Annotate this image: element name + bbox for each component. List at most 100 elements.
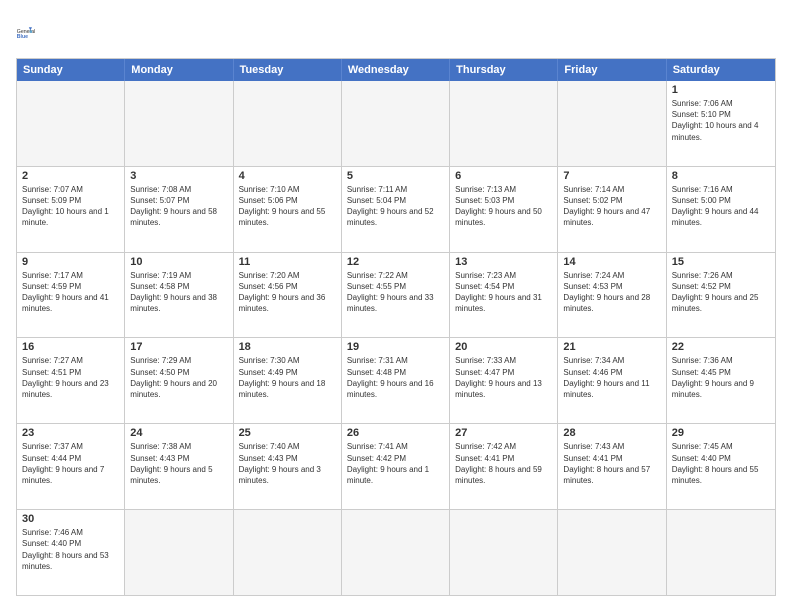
calendar-cell-day-29: 29 Sunrise: 7:45 AM Sunset: 4:40 PM Dayli…	[667, 424, 775, 509]
calendar-cell-day-28: 28Sunrise: 7:43 AM Sunset: 4:41 PM Dayli…	[558, 424, 666, 509]
weekday-header-tuesday: Tuesday	[234, 59, 342, 81]
day-number: 27	[455, 427, 552, 439]
day-number: 18	[239, 341, 336, 353]
day-info: Sunrise: 7:31 AM Sunset: 4:48 PM Dayligh…	[347, 355, 444, 400]
calendar-cell-day-7: 7 Sunrise: 7:14 AM Sunset: 5:02 PM Daylig…	[558, 167, 666, 252]
calendar-cell-day-2: 2Sunrise: 7:07 AM Sunset: 5:09 PM Daylig…	[17, 167, 125, 252]
calendar-cell-empty	[342, 81, 450, 166]
day-info: Sunrise: 7:41 AM Sunset: 4:42 PM Dayligh…	[347, 441, 444, 486]
calendar-cell-empty	[125, 510, 233, 595]
calendar: SundayMondayTuesdayWednesdayThursdayFrid…	[16, 58, 776, 596]
calendar-cell-empty	[450, 81, 558, 166]
weekday-header-wednesday: Wednesday	[342, 59, 450, 81]
day-number: 26	[347, 427, 444, 439]
calendar-body: 1Sunrise: 7:06 AM Sunset: 5:10 PM Daylig…	[17, 81, 775, 595]
day-info: Sunrise: 7:14 AM Sunset: 5:02 PM Dayligh…	[563, 184, 660, 229]
day-number: 6	[455, 170, 552, 182]
calendar-row-4: 23Sunrise: 7:37 AM Sunset: 4:44 PM Dayli…	[17, 423, 775, 509]
calendar-cell-day-21: 21 Sunrise: 7:34 AM Sunset: 4:46 PM Dayli…	[558, 338, 666, 423]
day-number: 4	[239, 170, 336, 182]
day-info: Sunrise: 7:16 AM Sunset: 5:00 PM Dayligh…	[672, 184, 770, 229]
day-number: 22	[672, 341, 770, 353]
day-info: Sunrise: 7:29 AM Sunset: 4:50 PM Dayligh…	[130, 355, 227, 400]
calendar-cell-day-18: 18Sunrise: 7:30 AM Sunset: 4:49 PM Dayli…	[234, 338, 342, 423]
day-number: 14	[563, 256, 660, 268]
calendar-cell-empty	[558, 510, 666, 595]
calendar-cell-day-15: 15 Sunrise: 7:26 AM Sunset: 4:52 PM Dayli…	[667, 253, 775, 338]
day-info: Sunrise: 7:42 AM Sunset: 4:41 PM Dayligh…	[455, 441, 552, 486]
calendar-cell-day-17: 17 Sunrise: 7:29 AM Sunset: 4:50 PM Dayli…	[125, 338, 233, 423]
calendar-cell-day-26: 26 Sunrise: 7:41 AM Sunset: 4:42 PM Dayli…	[342, 424, 450, 509]
day-number: 17	[130, 341, 227, 353]
page-header: General Blue	[16, 16, 776, 48]
day-info: Sunrise: 7:46 AM Sunset: 4:40 PM Dayligh…	[22, 527, 119, 572]
calendar-cell-day-4: 4 Sunrise: 7:10 AM Sunset: 5:06 PM Daylig…	[234, 167, 342, 252]
day-number: 3	[130, 170, 227, 182]
calendar-cell-empty	[234, 81, 342, 166]
day-number: 23	[22, 427, 119, 439]
day-number: 21	[563, 341, 660, 353]
day-info: Sunrise: 7:10 AM Sunset: 5:06 PM Dayligh…	[239, 184, 336, 229]
weekday-header-thursday: Thursday	[450, 59, 558, 81]
day-info: Sunrise: 7:08 AM Sunset: 5:07 PM Dayligh…	[130, 184, 227, 229]
weekday-header-saturday: Saturday	[667, 59, 775, 81]
day-info: Sunrise: 7:20 AM Sunset: 4:56 PM Dayligh…	[239, 270, 336, 315]
calendar-row-0: 1Sunrise: 7:06 AM Sunset: 5:10 PM Daylig…	[17, 81, 775, 166]
svg-text:Blue: Blue	[17, 34, 28, 40]
calendar-cell-day-5: 5 Sunrise: 7:11 AM Sunset: 5:04 PM Daylig…	[342, 167, 450, 252]
calendar-cell-day-22: 22 Sunrise: 7:36 AM Sunset: 4:45 PM Dayli…	[667, 338, 775, 423]
day-info: Sunrise: 7:11 AM Sunset: 5:04 PM Dayligh…	[347, 184, 444, 229]
weekday-header-monday: Monday	[125, 59, 233, 81]
day-info: Sunrise: 7:26 AM Sunset: 4:52 PM Dayligh…	[672, 270, 770, 315]
day-info: Sunrise: 7:22 AM Sunset: 4:55 PM Dayligh…	[347, 270, 444, 315]
day-number: 12	[347, 256, 444, 268]
day-info: Sunrise: 7:07 AM Sunset: 5:09 PM Dayligh…	[22, 184, 119, 229]
calendar-cell-day-6: 6 Sunrise: 7:13 AM Sunset: 5:03 PM Daylig…	[450, 167, 558, 252]
day-number: 15	[672, 256, 770, 268]
day-number: 19	[347, 341, 444, 353]
day-info: Sunrise: 7:36 AM Sunset: 4:45 PM Dayligh…	[672, 355, 770, 400]
calendar-cell-day-12: 12 Sunrise: 7:22 AM Sunset: 4:55 PM Dayli…	[342, 253, 450, 338]
calendar-cell-day-16: 16Sunrise: 7:27 AM Sunset: 4:51 PM Dayli…	[17, 338, 125, 423]
calendar-cell-day-13: 13Sunrise: 7:23 AM Sunset: 4:54 PM Dayli…	[450, 253, 558, 338]
calendar-cell-empty	[667, 510, 775, 595]
calendar-row-2: 9 Sunrise: 7:17 AM Sunset: 4:59 PM Daylig…	[17, 252, 775, 338]
calendar-cell-day-3: 3 Sunrise: 7:08 AM Sunset: 5:07 PM Daylig…	[125, 167, 233, 252]
day-info: Sunrise: 7:23 AM Sunset: 4:54 PM Dayligh…	[455, 270, 552, 315]
calendar-cell-day-20: 20Sunrise: 7:33 AM Sunset: 4:47 PM Dayli…	[450, 338, 558, 423]
day-info: Sunrise: 7:19 AM Sunset: 4:58 PM Dayligh…	[130, 270, 227, 315]
calendar-cell-day-30: 30 Sunrise: 7:46 AM Sunset: 4:40 PM Dayli…	[17, 510, 125, 595]
day-number: 11	[239, 256, 336, 268]
day-number: 30	[22, 513, 119, 525]
day-number: 5	[347, 170, 444, 182]
calendar-cell-empty	[125, 81, 233, 166]
calendar-cell-day-27: 27 Sunrise: 7:42 AM Sunset: 4:41 PM Dayli…	[450, 424, 558, 509]
day-number: 10	[130, 256, 227, 268]
weekday-header-sunday: Sunday	[17, 59, 125, 81]
calendar-cell-day-23: 23Sunrise: 7:37 AM Sunset: 4:44 PM Dayli…	[17, 424, 125, 509]
day-number: 1	[672, 84, 770, 96]
calendar-row-3: 16Sunrise: 7:27 AM Sunset: 4:51 PM Dayli…	[17, 337, 775, 423]
day-info: Sunrise: 7:40 AM Sunset: 4:43 PM Dayligh…	[239, 441, 336, 486]
day-info: Sunrise: 7:34 AM Sunset: 4:46 PM Dayligh…	[563, 355, 660, 400]
calendar-cell-empty	[342, 510, 450, 595]
weekday-header-friday: Friday	[558, 59, 666, 81]
day-info: Sunrise: 7:13 AM Sunset: 5:03 PM Dayligh…	[455, 184, 552, 229]
day-info: Sunrise: 7:38 AM Sunset: 4:43 PM Dayligh…	[130, 441, 227, 486]
calendar-cell-day-10: 10 Sunrise: 7:19 AM Sunset: 4:58 PM Dayli…	[125, 253, 233, 338]
day-number: 29	[672, 427, 770, 439]
day-info: Sunrise: 7:17 AM Sunset: 4:59 PM Dayligh…	[22, 270, 119, 315]
calendar-cell-empty	[558, 81, 666, 166]
logo: General Blue	[16, 16, 48, 48]
day-info: Sunrise: 7:43 AM Sunset: 4:41 PM Dayligh…	[563, 441, 660, 486]
day-number: 7	[563, 170, 660, 182]
day-info: Sunrise: 7:27 AM Sunset: 4:51 PM Dayligh…	[22, 355, 119, 400]
calendar-row-5: 30 Sunrise: 7:46 AM Sunset: 4:40 PM Dayli…	[17, 509, 775, 595]
day-number: 9	[22, 256, 119, 268]
day-info: Sunrise: 7:33 AM Sunset: 4:47 PM Dayligh…	[455, 355, 552, 400]
day-info: Sunrise: 7:45 AM Sunset: 4:40 PM Dayligh…	[672, 441, 770, 486]
calendar-cell-empty	[450, 510, 558, 595]
day-info: Sunrise: 7:24 AM Sunset: 4:53 PM Dayligh…	[563, 270, 660, 315]
calendar-cell-day-8: 8Sunrise: 7:16 AM Sunset: 5:00 PM Daylig…	[667, 167, 775, 252]
day-number: 24	[130, 427, 227, 439]
